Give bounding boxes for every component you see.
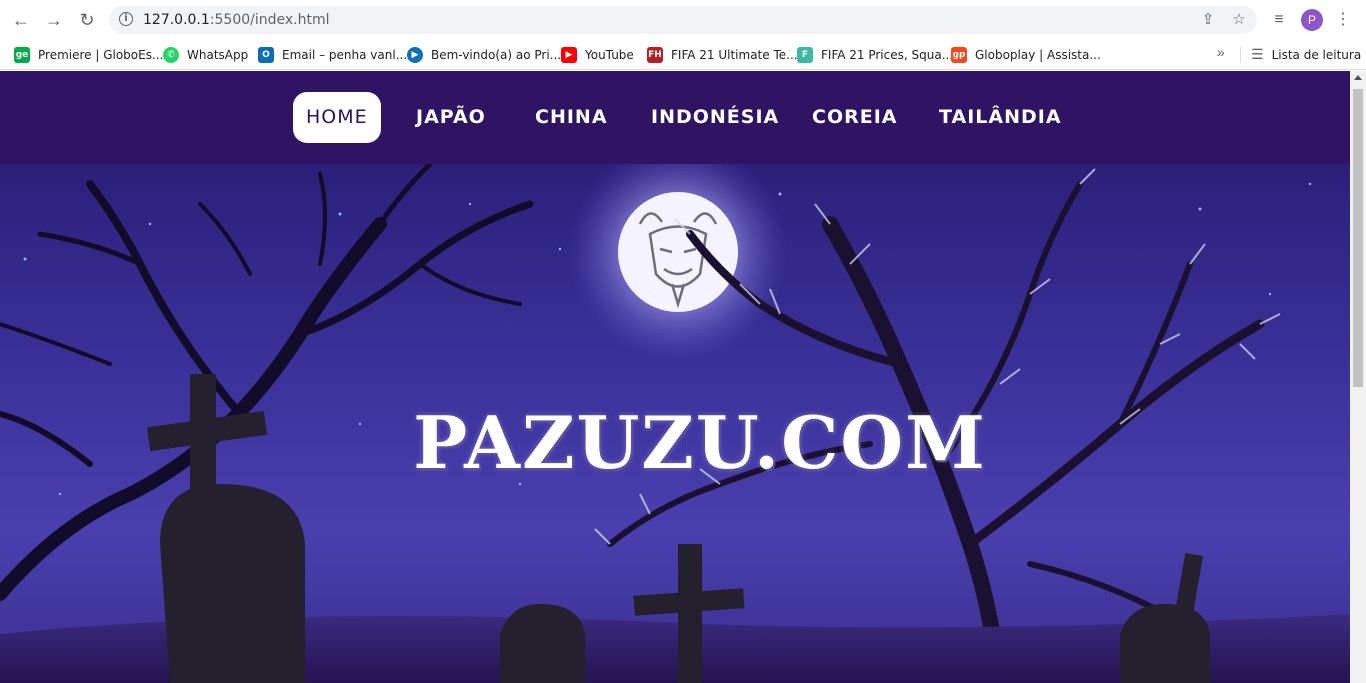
nav-item-china[interactable]: CHINA bbox=[522, 92, 621, 143]
media-control-icon[interactable]: ≡ bbox=[1267, 8, 1291, 32]
back-arrow-icon[interactable]: ← bbox=[9, 8, 33, 32]
outlook-icon: O bbox=[258, 47, 274, 63]
scroll-up-arrow-icon[interactable] bbox=[1354, 75, 1362, 80]
bookmark-item[interactable]: gp Globoplay | Assista... bbox=[951, 44, 1101, 66]
reading-list-label: Lista de leitura bbox=[1271, 48, 1362, 62]
bookmarks-divider bbox=[1240, 47, 1241, 63]
futhead-icon: FH bbox=[647, 47, 663, 63]
hero-banner: PAZUZU.COM bbox=[0, 164, 1350, 683]
menu-kebab-icon[interactable]: ⋮ bbox=[1331, 8, 1355, 32]
bookmark-label: YouTube bbox=[585, 48, 634, 62]
reading-list-button[interactable]: ☰ Lista de leitura bbox=[1251, 44, 1361, 66]
nav-item-coreia[interactable]: COREIA bbox=[799, 92, 910, 143]
bookmark-item[interactable]: FH FIFA 21 Ultimate Te... bbox=[647, 44, 798, 66]
bookmark-label: Email – penha vanl... bbox=[282, 48, 408, 62]
whatsapp-icon: ✆ bbox=[163, 47, 179, 63]
scroll-thumb[interactable] bbox=[1353, 89, 1363, 387]
bookmark-item[interactable]: ▶ Bem-vindo(a) ao Pri... bbox=[407, 44, 561, 66]
more-bookmarks-chevron-icon[interactable]: » bbox=[1217, 44, 1225, 60]
bookmark-star-icon[interactable]: ☆ bbox=[1230, 11, 1248, 29]
bookmark-item[interactable]: ✆ WhatsApp bbox=[163, 44, 248, 66]
forward-arrow-icon[interactable]: → bbox=[42, 8, 66, 32]
reading-list-icon: ☰ bbox=[1251, 47, 1264, 63]
nav-item-indonesia[interactable]: INDONÉSIA bbox=[638, 92, 792, 143]
share-icon[interactable]: ⇪ bbox=[1199, 11, 1217, 29]
site-info-icon[interactable]: i bbox=[119, 12, 133, 26]
browser-toolbar: ← → ↻ i 127.0.0.1:5500/index.html ⇪ ☆ ≡ … bbox=[0, 0, 1366, 40]
youtube-icon: ▶ bbox=[561, 47, 577, 63]
page-viewport: HOME JAPÃO CHINA INDONÉSIA COREIA TAILÂN… bbox=[0, 71, 1350, 683]
site-title: PAZUZU.COM bbox=[413, 400, 987, 485]
moon bbox=[618, 192, 738, 312]
url-text[interactable]: 127.0.0.1:5500/index.html bbox=[143, 12, 330, 28]
site-navbar: HOME JAPÃO CHINA INDONÉSIA COREIA TAILÂN… bbox=[0, 71, 1350, 164]
bookmark-label: WhatsApp bbox=[187, 48, 249, 62]
bookmark-label: Premiere | GloboEs... bbox=[38, 48, 164, 62]
bookmark-item[interactable]: F FIFA 21 Prices, Squa... bbox=[797, 44, 953, 66]
address-bar[interactable]: i 127.0.0.1:5500/index.html ⇪ ☆ bbox=[109, 6, 1257, 34]
bookmark-item[interactable]: ▶ YouTube bbox=[561, 44, 634, 66]
bookmark-label: Bem-vindo(a) ao Pri... bbox=[431, 48, 562, 62]
page-scrollbar[interactable] bbox=[1350, 71, 1366, 683]
bookmarks-bar: ge Premiere | GloboEs... ✆ WhatsApp O Email… bbox=[0, 40, 1366, 70]
bookmark-item[interactable]: O Email – penha vanl... bbox=[258, 44, 407, 66]
nav-item-japao[interactable]: JAPÃO bbox=[403, 92, 499, 143]
futbin-icon: F bbox=[797, 47, 813, 63]
url-host: 127.0.0.1 bbox=[143, 12, 210, 28]
bookmark-label: FIFA 21 Ultimate Te... bbox=[671, 48, 798, 62]
url-path: :5500/index.html bbox=[209, 12, 330, 28]
ge-icon: ge bbox=[14, 47, 30, 63]
bookmark-label: FIFA 21 Prices, Squa... bbox=[821, 48, 954, 62]
nav-item-home[interactable]: HOME bbox=[293, 92, 381, 143]
bookmark-item[interactable]: ge Premiere | GloboEs... bbox=[14, 44, 163, 66]
reload-icon[interactable]: ↻ bbox=[75, 8, 99, 32]
nav-item-tailandia[interactable]: TAILÂNDIA bbox=[926, 92, 1075, 143]
prime-icon: ▶ bbox=[407, 47, 423, 63]
profile-avatar[interactable]: P bbox=[1301, 9, 1323, 31]
globoplay-icon: gp bbox=[951, 47, 967, 63]
bookmark-label: Globoplay | Assista... bbox=[975, 48, 1101, 62]
